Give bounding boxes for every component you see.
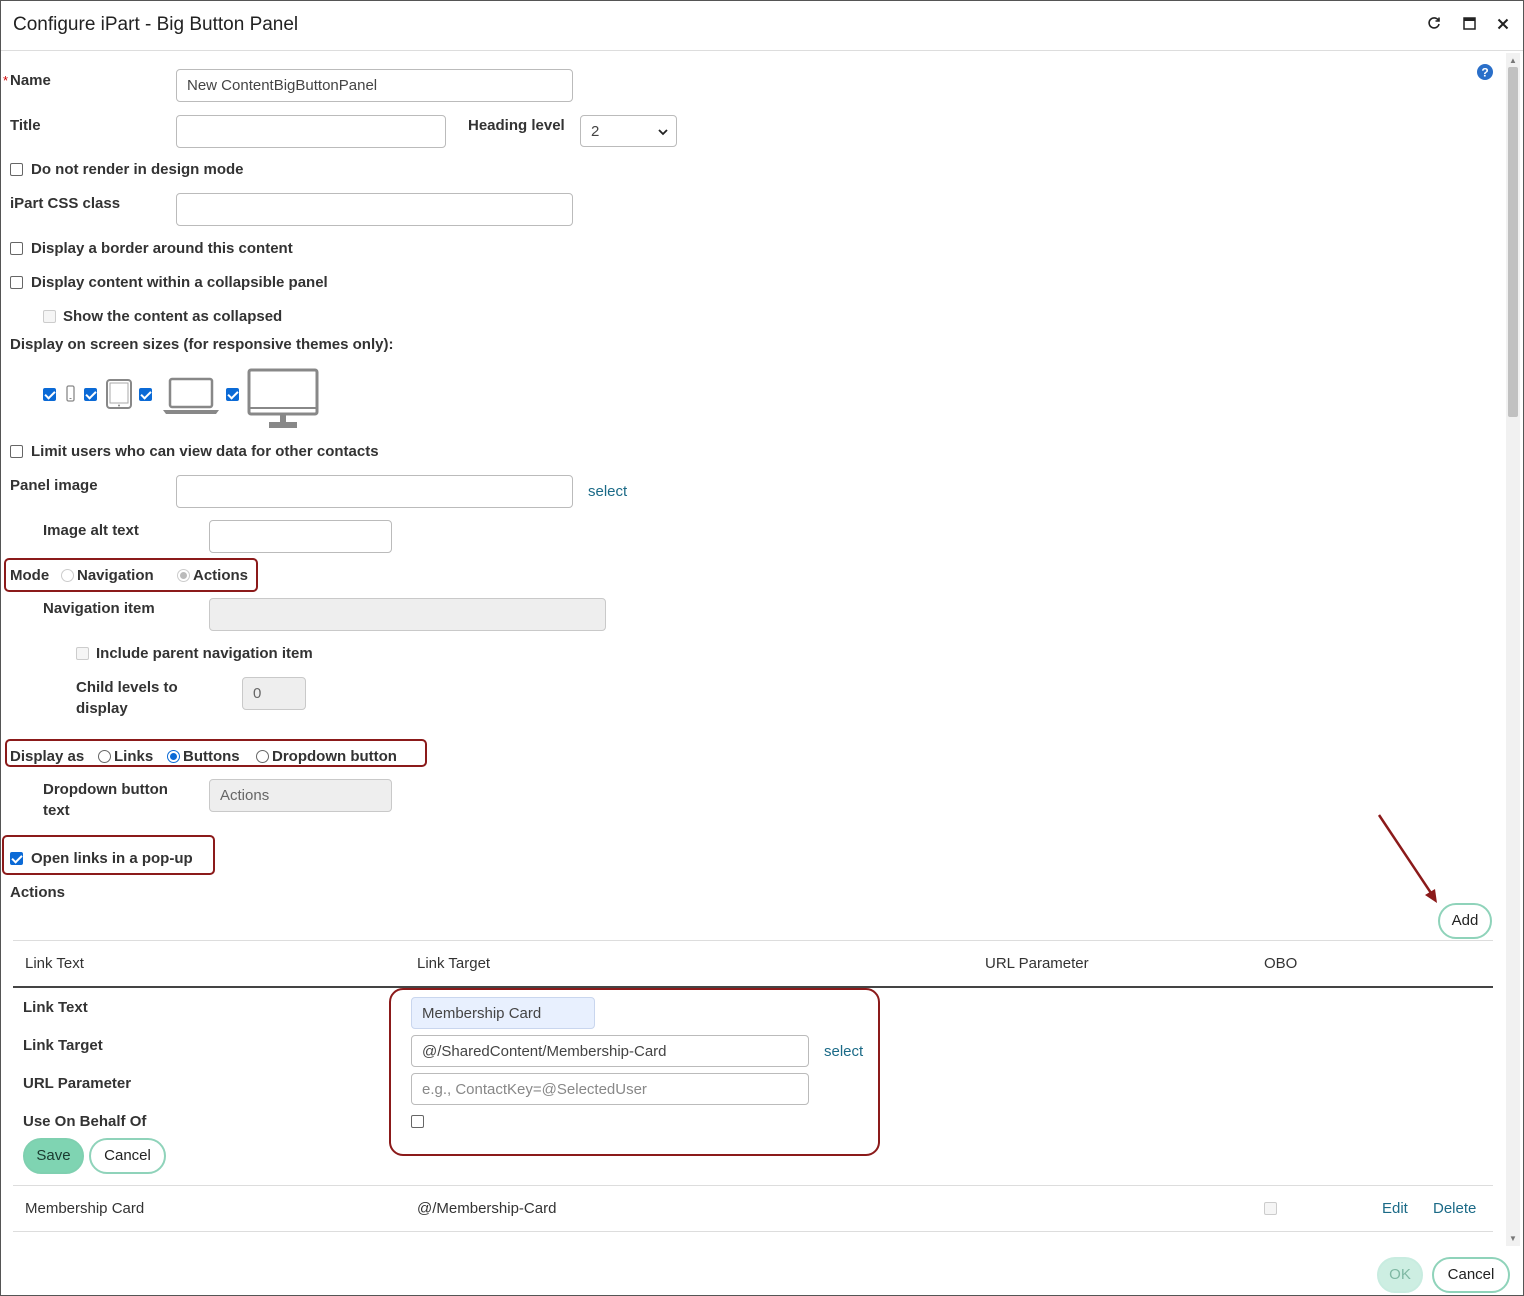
svg-text:?: ? <box>1481 66 1488 80</box>
child-levels-input[interactable]: 0 <box>242 677 306 710</box>
display-dropdown-label: Dropdown button <box>272 748 397 765</box>
display-links-radio[interactable] <box>98 750 111 763</box>
heading-level-select[interactable]: 2 <box>580 115 677 147</box>
scroll-up-icon[interactable]: ▲ <box>1508 56 1518 66</box>
child-levels-label-line2: display <box>76 700 128 717</box>
table-row-divider <box>13 1185 1493 1186</box>
editor-url-parameter-input[interactable]: e.g., ContactKey=@SelectedUser <box>411 1073 809 1105</box>
desktop-icon <box>247 368 319 435</box>
scrollbar-thumb[interactable] <box>1508 67 1518 417</box>
add-action-button[interactable]: Add <box>1438 903 1492 939</box>
heading-level-label: Heading level <box>468 117 565 134</box>
editor-save-button[interactable]: Save <box>23 1138 84 1174</box>
row-link-text: Membership Card <box>25 1200 145 1217</box>
screen-tablet-checkbox[interactable] <box>84 388 97 401</box>
display-as-label: Display as <box>10 748 85 765</box>
question-icon[interactable]: ? <box>1476 63 1494 81</box>
url-parameter-placeholder: e.g., ContactKey=@SelectedUser <box>422 1081 647 1098</box>
column-header-link-target: Link Target <box>417 955 491 972</box>
panel-image-input[interactable] <box>176 475 573 508</box>
display-buttons-label: Buttons <box>183 748 240 765</box>
editor-url-parameter-label: URL Parameter <box>23 1075 132 1092</box>
scroll-down-icon[interactable]: ▼ <box>1508 1234 1518 1244</box>
border-label: Display a border around this content <box>31 240 293 257</box>
table-top-divider <box>13 940 1493 941</box>
dialog-titlebar: Configure iPart - Big Button Panel <box>1 1 1523 51</box>
configure-ipart-dialog: Configure iPart - Big Button Panel ? ▲ ▼… <box>0 0 1524 1296</box>
navigation-item-label: Navigation item <box>43 600 155 617</box>
editor-link-text-label: Link Text <box>23 999 88 1016</box>
close-icon[interactable] <box>1493 16 1513 36</box>
border-checkbox[interactable] <box>10 242 23 255</box>
name-label: Name <box>10 72 51 89</box>
required-marker: * <box>3 73 9 88</box>
name-input[interactable]: New ContentBigButtonPanel <box>176 69 573 102</box>
row-link-target: @/Membership-Card <box>417 1200 557 1217</box>
editor-link-target-select-link[interactable]: select <box>824 1043 863 1060</box>
mode-actions-label: Actions <box>193 567 249 584</box>
screen-laptop-checkbox[interactable] <box>139 388 152 401</box>
row-edit-link[interactable]: Edit <box>1382 1200 1408 1217</box>
phone-icon <box>64 385 76 408</box>
navigation-item-input[interactable] <box>209 598 606 631</box>
include-parent-label: Include parent navigation item <box>96 645 313 662</box>
title-label: Title <box>10 117 41 134</box>
limit-users-label: Limit users who can view data for other … <box>31 443 379 460</box>
no-render-label: Do not render in design mode <box>31 161 244 178</box>
tablet-icon <box>105 379 133 414</box>
editor-link-target-input[interactable]: @/SharedContent/Membership-Card <box>411 1035 809 1067</box>
annotation-arrow-icon <box>1373 811 1443 907</box>
editor-link-target-label: Link Target <box>23 1037 103 1054</box>
mode-label: Mode <box>10 567 50 584</box>
image-alt-label: Image alt text <box>43 522 139 539</box>
editor-link-text-input[interactable]: Membership Card <box>411 997 595 1029</box>
no-render-checkbox[interactable] <box>10 163 23 176</box>
mode-navigation-radio[interactable] <box>61 569 74 582</box>
footer-cancel-button[interactable]: Cancel <box>1432 1257 1510 1293</box>
heading-level-value: 2 <box>591 123 600 140</box>
dropdown-text-input[interactable]: Actions <box>209 779 392 812</box>
mode-actions-radio[interactable] <box>177 569 190 582</box>
include-parent-checkbox[interactable] <box>76 647 89 660</box>
column-header-url-parameter: URL Parameter <box>985 955 1089 972</box>
row-delete-link[interactable]: Delete <box>1433 1200 1476 1217</box>
collapsed-label: Show the content as collapsed <box>63 308 283 325</box>
css-class-input[interactable] <box>176 193 573 226</box>
image-alt-input[interactable] <box>209 520 392 553</box>
dialog-title: Configure iPart - Big Button Panel <box>13 14 299 35</box>
screen-desktop-checkbox[interactable] <box>226 388 239 401</box>
mode-navigation-label: Navigation <box>77 567 154 584</box>
child-levels-label-line1: Child levels to <box>76 679 178 696</box>
row-obo-checkbox[interactable] <box>1264 1202 1277 1215</box>
panel-image-label: Panel image <box>10 477 98 494</box>
limit-users-checkbox[interactable] <box>10 445 23 458</box>
maximize-icon[interactable] <box>1459 16 1479 36</box>
ok-button[interactable]: OK <box>1377 1257 1423 1293</box>
collapsible-label: Display content within a collapsible pan… <box>31 274 328 291</box>
screen-phone-checkbox[interactable] <box>43 388 56 401</box>
panel-image-select-link[interactable]: select <box>588 483 627 500</box>
display-dropdown-radio[interactable] <box>256 750 269 763</box>
dropdown-text-label-line1: Dropdown button <box>43 781 168 798</box>
editor-cancel-button[interactable]: Cancel <box>89 1138 166 1174</box>
title-input[interactable] <box>176 115 446 148</box>
actions-heading: Actions <box>10 884 66 901</box>
collapsible-checkbox[interactable] <box>10 276 23 289</box>
css-class-label: iPart CSS class <box>10 195 121 212</box>
popup-label: Open links in a pop-up <box>31 850 193 867</box>
popup-checkbox[interactable] <box>10 852 23 865</box>
laptop-icon <box>162 377 220 420</box>
chevron-down-icon <box>658 124 668 142</box>
refresh-icon[interactable] <box>1424 16 1444 36</box>
table-bottom-divider <box>13 1231 1493 1232</box>
display-links-label: Links <box>114 748 154 765</box>
column-header-obo: OBO <box>1264 955 1298 972</box>
column-header-link-text: Link Text <box>25 955 84 972</box>
dropdown-text-label-line2: text <box>43 802 70 819</box>
collapsed-checkbox[interactable] <box>43 310 56 323</box>
screen-sizes-label: Display on screen sizes (for responsive … <box>10 336 394 353</box>
editor-obo-label: Use On Behalf Of <box>23 1113 147 1130</box>
editor-obo-checkbox[interactable] <box>411 1115 424 1128</box>
display-buttons-radio[interactable] <box>167 750 180 763</box>
